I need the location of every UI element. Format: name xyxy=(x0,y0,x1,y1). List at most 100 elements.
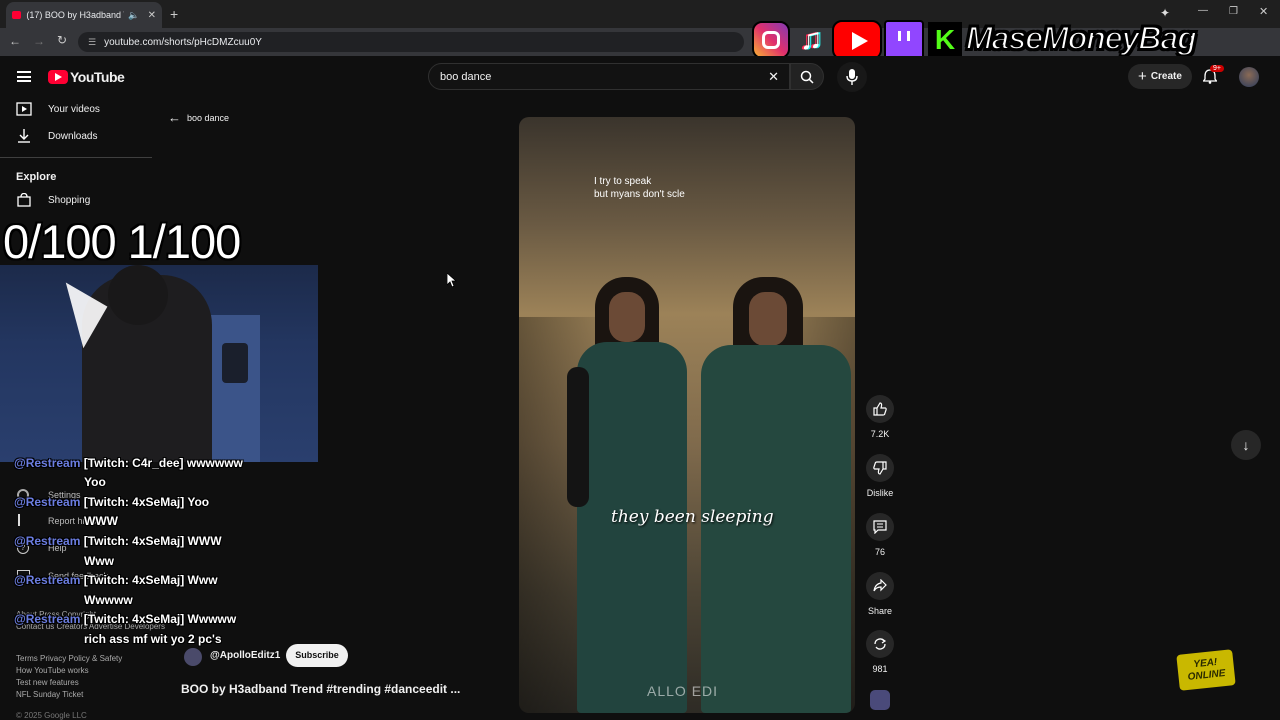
youtube-favicon-icon xyxy=(12,11,22,19)
report-history-icon xyxy=(18,514,20,526)
remix-button[interactable] xyxy=(866,630,894,658)
chat-text: Yoo xyxy=(84,475,106,489)
video-watermark: ALLO EDI xyxy=(647,683,719,699)
webcam-person-head xyxy=(108,265,168,325)
dislike-button[interactable] xyxy=(866,454,894,482)
youtube-play-icon xyxy=(48,70,68,84)
extensions-icon[interactable]: ✦ xyxy=(1160,6,1170,20)
chat-user: @Restream xyxy=(14,534,81,548)
explore-heading: Explore xyxy=(16,171,57,183)
search-input-value: boo dance xyxy=(440,70,492,83)
chat-text: [Twitch: 4xSeMaj] Yoo xyxy=(83,495,210,509)
download-icon xyxy=(18,129,30,143)
clear-search-icon[interactable]: ✕ xyxy=(768,69,779,85)
channel-avatar[interactable] xyxy=(184,648,202,666)
new-tab-icon[interactable]: + xyxy=(170,6,178,22)
search-input[interactable]: boo dance ✕ xyxy=(428,63,790,90)
url-field[interactable]: ☰ youtube.com/shorts/pHcDMZcuu0Y xyxy=(78,32,744,52)
footer-link-test-features[interactable]: Test new features xyxy=(16,678,79,687)
youtube-logo-icon xyxy=(832,20,882,60)
search-button[interactable] xyxy=(790,63,824,90)
next-short-button[interactable]: ↓ xyxy=(1231,430,1261,460)
comments-button[interactable] xyxy=(866,513,894,541)
back-icon[interactable]: ← xyxy=(9,34,21,48)
chat-message: @Restream [Twitch: 4xSeMaj] WWW xyxy=(14,534,222,548)
minimize-icon[interactable]: — xyxy=(1198,5,1208,16)
shopping-bag-icon xyxy=(17,193,31,207)
chat-message: Www xyxy=(84,554,114,568)
chat-message: @Restream [Twitch: C4r_dee] wwwwww xyxy=(14,456,243,470)
sidebar-item-your-videos[interactable]: Your videos xyxy=(0,97,150,121)
back-link-label: boo dance xyxy=(187,112,230,123)
arrow-down-icon: ↓ xyxy=(1242,437,1250,453)
dancer-left-arm xyxy=(567,367,589,507)
sidebar-item-shopping[interactable]: Shopping xyxy=(0,188,150,212)
sidebar-item-label: Shopping xyxy=(48,194,91,206)
sound-avatar[interactable] xyxy=(870,690,890,710)
window-close-icon[interactable]: ✕ xyxy=(1259,5,1268,18)
sidebar-item-downloads[interactable]: Downloads xyxy=(0,124,150,148)
thumbs-down-icon xyxy=(873,461,887,475)
share-label: Share xyxy=(867,606,893,616)
microphone-icon xyxy=(846,69,858,85)
maximize-icon[interactable]: ❐ xyxy=(1229,6,1238,17)
kick-icon: K xyxy=(928,22,962,58)
voice-search-button[interactable] xyxy=(837,62,867,92)
share-icon xyxy=(873,579,887,592)
footer-link-terms[interactable]: Terms Privacy Policy & Safety xyxy=(16,654,122,663)
dislike-label: Dislike xyxy=(866,488,894,498)
chat-text: WWW xyxy=(84,514,118,528)
like-button[interactable] xyxy=(866,395,894,423)
short-title[interactable]: BOO by H3adband Trend #trending #danceed… xyxy=(181,682,460,696)
share-button[interactable] xyxy=(866,572,894,600)
url-text: youtube.com/shorts/pHcDMZcuu0Y xyxy=(104,36,262,48)
forward-icon[interactable]: → xyxy=(33,34,45,48)
instagram-icon xyxy=(752,21,790,59)
webcam-jersey xyxy=(222,343,248,383)
sidebar-item-label: Your videos xyxy=(48,103,100,115)
dancer-left-body xyxy=(577,342,687,713)
chat-message: Yoo xyxy=(84,475,106,489)
chat-message: @Restream [Twitch: 4xSeMaj] Wwwww xyxy=(14,612,236,626)
sidebar-item-label: Downloads xyxy=(48,130,98,142)
comment-icon xyxy=(873,520,887,534)
channel-name[interactable]: @ApolloEditz1 xyxy=(210,650,280,661)
chat-user: @Restream xyxy=(14,495,81,509)
menu-icon[interactable] xyxy=(17,71,31,82)
browser-tab[interactable]: (17) BOO by H3adband Tre 🔈 ✕ xyxy=(6,2,162,28)
youtube-home-logo[interactable]: YouTube xyxy=(48,69,125,85)
subscribe-button[interactable]: Subscribe xyxy=(286,644,348,667)
tiktok-icon: ♫ xyxy=(799,23,823,56)
chat-text: [Twitch: 4xSeMaj] Www xyxy=(83,573,218,587)
chat-message: Wwwww xyxy=(84,593,133,607)
chat-text: [Twitch: C4r_dee] wwwwww xyxy=(83,456,243,470)
create-button[interactable]: + Create xyxy=(1128,64,1192,89)
site-info-icon[interactable]: ☰ xyxy=(88,37,96,48)
comment-count: 76 xyxy=(874,547,885,557)
notifications-button[interactable]: 9+ xyxy=(1203,65,1224,85)
caption-line-2: but myans don't scle xyxy=(594,189,685,200)
video-mid-caption: they been sleeping xyxy=(611,507,774,527)
back-to-search-link[interactable]: ← boo dance xyxy=(168,110,229,125)
avatar[interactable] xyxy=(1239,67,1259,87)
footer-link-nfl[interactable]: NFL Sunday Ticket xyxy=(16,690,83,699)
chat-text: [Twitch: 4xSeMaj] Wwwww xyxy=(83,612,237,626)
short-video-player[interactable]: I try to speak but myans don't scle they… xyxy=(519,117,855,713)
like-count: 7.2K xyxy=(870,429,890,439)
youtube-logo-text: YouTube xyxy=(70,69,125,85)
thumbs-up-icon xyxy=(873,402,887,416)
footer-link-how-youtube-works[interactable]: How YouTube works xyxy=(16,666,89,675)
chat-text: Www xyxy=(84,554,114,568)
video-top-caption: I try to speak but myans don't scle xyxy=(594,175,685,201)
plus-icon: + xyxy=(1138,68,1147,85)
audio-icon[interactable]: 🔈 xyxy=(128,10,139,21)
search-icon xyxy=(800,70,814,84)
goal-counter: 0/100 1/100 xyxy=(3,215,241,268)
youtube-header: YouTube boo dance ✕ + Create 9+ xyxy=(0,56,1280,98)
create-label: Create xyxy=(1150,71,1182,82)
reload-icon[interactable]: ↻ xyxy=(57,33,67,47)
chat-text: rich ass mf wit yo 2 pc's xyxy=(84,632,222,646)
dancer-right-face xyxy=(749,292,787,346)
tab-close-icon[interactable]: ✕ xyxy=(148,10,156,21)
chat-message: rich ass mf wit yo 2 pc's xyxy=(84,632,222,646)
